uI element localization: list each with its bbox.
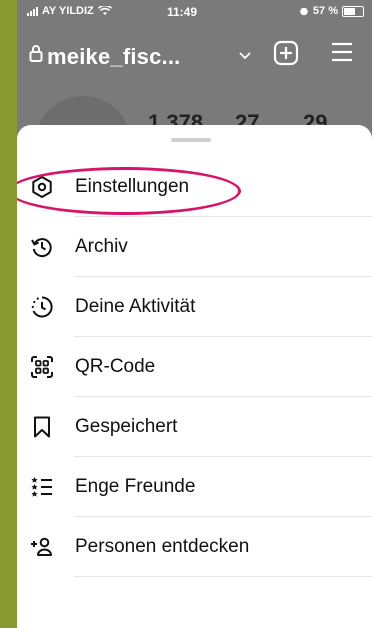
new-post-icon[interactable] (273, 40, 299, 66)
add-person-icon (31, 537, 52, 556)
annotation-highlight-circle (17, 167, 241, 215)
menu-item-your-activity[interactable]: Deine Aktivität (17, 277, 372, 337)
divider (74, 576, 372, 577)
sheet-drag-handle[interactable] (171, 138, 211, 142)
qr-code-icon (31, 356, 53, 378)
carrier-group: AY YILDIZ (27, 5, 112, 17)
options-menu: Einstellungen Archiv Deine Aktivität QR-… (17, 157, 372, 577)
menu-item-archive[interactable]: Archiv (17, 217, 372, 277)
menu-item-discover-people[interactable]: Personen entdecken (17, 517, 372, 577)
phone-screen: AY YILDIZ 11:49 57 % meike_fisc... 1.378… (17, 0, 372, 628)
menu-item-qr-code[interactable]: QR-Code (17, 337, 372, 397)
menu-item-label: Enge Freunde (75, 476, 196, 497)
profile-header: meike_fisc... (17, 38, 372, 78)
battery-group: 57 % (299, 5, 364, 17)
bookmark-icon (34, 416, 50, 438)
alarm-icon (300, 7, 308, 16)
menu-item-label: Gespeichert (75, 416, 178, 437)
menu-item-label: Personen entdecken (75, 536, 250, 557)
close-friends-list-icon (31, 477, 52, 497)
profile-username[interactable]: meike_fisc... (47, 44, 180, 70)
options-bottom-sheet: Einstellungen Archiv Deine Aktivität QR-… (17, 125, 372, 628)
battery-icon (342, 5, 364, 17)
signal-icon (27, 6, 38, 16)
archive-history-icon (31, 238, 52, 258)
status-bar: AY YILDIZ 11:49 57 % (17, 0, 372, 24)
activity-icon (31, 296, 53, 318)
carrier-name: AY YILDIZ (42, 5, 94, 17)
hamburger-menu-icon[interactable] (331, 42, 353, 62)
menu-item-saved[interactable]: Gespeichert (17, 397, 372, 457)
chevron-down-icon[interactable] (239, 52, 251, 60)
lock-icon (29, 45, 43, 62)
wifi-icon (97, 6, 112, 15)
battery-percent: 57 % (312, 5, 338, 17)
menu-item-label: Archiv (75, 236, 128, 257)
menu-item-label: QR-Code (75, 356, 156, 377)
menu-item-close-friends[interactable]: Enge Freunde (17, 457, 372, 517)
menu-item-label: Deine Aktivität (75, 296, 196, 317)
clock: 11:49 (167, 5, 198, 19)
